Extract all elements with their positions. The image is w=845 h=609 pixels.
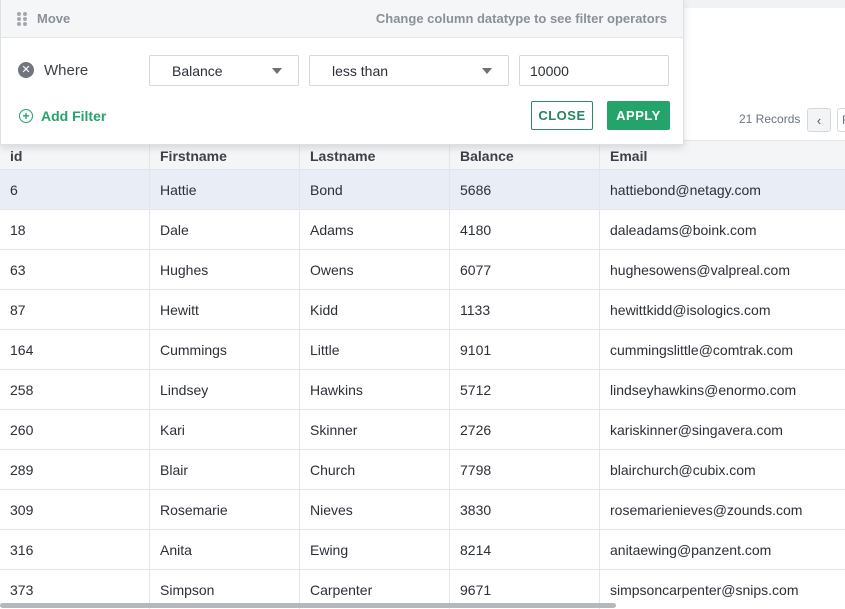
column-header-email[interactable]: Email — [600, 141, 845, 169]
table-row[interactable]: 63 Hughes Owens 6077 hughesowens@valpreal.co… — [0, 250, 845, 290]
cell-firstname[interactable]: Kari — [150, 410, 300, 449]
cell-email[interactable]: rosemarienieves@zounds.com — [600, 490, 845, 529]
move-label: Move — [37, 11, 71, 26]
apply-button[interactable]: APPLY — [607, 101, 670, 130]
cell-email[interactable]: simpsoncarpenter@snips.com — [600, 570, 845, 609]
cell-balance[interactable]: 7798 — [450, 450, 600, 489]
cell-balance[interactable]: 9101 — [450, 330, 600, 369]
cell-id[interactable]: 258 — [0, 370, 150, 409]
cell-firstname[interactable]: Cummings — [150, 330, 300, 369]
chevron-left-icon[interactable]: ‹ — [807, 108, 831, 132]
filter-popover: Move Change column datatype to see filte… — [0, 0, 684, 145]
table-row[interactable]: 18 Dale Adams 4180 daleadams@boink.com — [0, 210, 845, 250]
cell-email[interactable]: hattiebond@netagy.com — [600, 170, 845, 209]
cell-email[interactable]: kariskinner@singavera.com — [600, 410, 845, 449]
table-row[interactable]: 309 Rosemarie Nieves 3830 rosemarienieves@zo… — [0, 490, 845, 530]
records-bar: 21 Records ‹ F — [684, 100, 845, 138]
grid-body: 6 Hattie Bond 5686 hattiebond@netagy.com 18 Da… — [0, 170, 845, 609]
cell-firstname[interactable]: Hattie — [150, 170, 300, 209]
cell-balance[interactable]: 3830 — [450, 490, 600, 529]
cell-firstname[interactable]: Blair — [150, 450, 300, 489]
column-header-id[interactable]: id — [0, 141, 150, 169]
cell-email[interactable]: hughesowens@valpreal.com — [600, 250, 845, 289]
cell-id[interactable]: 18 — [0, 210, 150, 249]
cell-balance[interactable]: 8214 — [450, 530, 600, 569]
cell-firstname[interactable]: Hewitt — [150, 290, 300, 329]
cell-balance[interactable]: 5686 — [450, 170, 600, 209]
cell-id[interactable]: 63 — [0, 250, 150, 289]
column-header-balance[interactable]: Balance — [450, 141, 600, 169]
caret-down-icon — [272, 68, 282, 74]
column-header-firstname[interactable]: Firstname — [150, 141, 300, 169]
add-filter-label: Add Filter — [41, 108, 107, 124]
cell-id[interactable]: 87 — [0, 290, 150, 329]
cell-email[interactable]: lindseyhawkins@enormo.com — [600, 370, 845, 409]
table-row[interactable]: 87 Hewitt Kidd 1133 hewittkidd@isologics.com — [0, 290, 845, 330]
cell-id[interactable]: 6 — [0, 170, 150, 209]
datatype-hint: Change column datatype to see filter ope… — [375, 11, 667, 26]
cell-email[interactable]: cummingslittle@comtrak.com — [600, 330, 845, 369]
add-filter-button[interactable]: + Add Filter — [19, 108, 106, 124]
column-header-lastname[interactable]: Lastname — [300, 141, 450, 169]
operator-select-value: less than — [332, 63, 389, 79]
toolbar-area — [684, 8, 845, 100]
cell-lastname[interactable]: Adams — [300, 210, 450, 249]
data-grid: id Firstname Lastname Balance Email 6 Hat… — [0, 140, 845, 609]
cell-id[interactable]: 316 — [0, 530, 150, 569]
pager-next-button[interactable]: F — [837, 108, 845, 132]
cell-lastname[interactable]: Kidd — [300, 290, 450, 329]
table-row[interactable]: 289 Blair Church 7798 blairchurch@cubix.com — [0, 450, 845, 490]
table-row[interactable]: 260 Kari Skinner 2726 kariskinner@singavera.… — [0, 410, 845, 450]
records-count: 21 Records — [739, 112, 801, 126]
cell-balance[interactable]: 5712 — [450, 370, 600, 409]
cell-balance[interactable]: 6077 — [450, 250, 600, 289]
cell-id[interactable]: 260 — [0, 410, 150, 449]
cell-firstname[interactable]: Dale — [150, 210, 300, 249]
cell-id[interactable]: 309 — [0, 490, 150, 529]
cell-lastname[interactable]: Skinner — [300, 410, 450, 449]
cell-id[interactable]: 164 — [0, 330, 150, 369]
table-row[interactable]: 258 Lindsey Hawkins 5712 lindseyhawkins@enor… — [0, 370, 845, 410]
cell-balance[interactable]: 4180 — [450, 210, 600, 249]
cell-firstname[interactable]: Anita — [150, 530, 300, 569]
cell-firstname[interactable]: Lindsey — [150, 370, 300, 409]
cell-firstname[interactable]: Hughes — [150, 250, 300, 289]
cell-lastname[interactable]: Bond — [300, 170, 450, 209]
close-button[interactable]: CLOSE — [531, 101, 593, 130]
cell-email[interactable]: anitaewing@panzent.com — [600, 530, 845, 569]
table-row[interactable]: 164 Cummings Little 9101 cummingslittle@comt… — [0, 330, 845, 370]
filter-value-input[interactable] — [519, 55, 669, 86]
cell-lastname[interactable]: Little — [300, 330, 450, 369]
cell-firstname[interactable]: Rosemarie — [150, 490, 300, 529]
cell-lastname[interactable]: Owens — [300, 250, 450, 289]
cell-email[interactable]: hewittkidd@isologics.com — [600, 290, 845, 329]
cell-lastname[interactable]: Nieves — [300, 490, 450, 529]
cell-lastname[interactable]: Ewing — [300, 530, 450, 569]
table-row[interactable]: 316 Anita Ewing 8214 anitaewing@panzent.com — [0, 530, 845, 570]
cell-balance[interactable]: 2726 — [450, 410, 600, 449]
filter-popover-header: Move Change column datatype to see filte… — [1, 0, 683, 38]
plus-circle-icon: + — [19, 109, 33, 123]
column-select[interactable]: Balance — [149, 55, 299, 86]
remove-filter-icon[interactable]: ✕ — [18, 62, 34, 78]
drag-handle-icon[interactable] — [17, 12, 27, 26]
cell-id[interactable]: 289 — [0, 450, 150, 489]
operator-select[interactable]: less than — [309, 55, 509, 86]
cell-email[interactable]: blairchurch@cubix.com — [600, 450, 845, 489]
cell-lastname[interactable]: Hawkins — [300, 370, 450, 409]
cell-lastname[interactable]: Church — [300, 450, 450, 489]
table-row[interactable]: 6 Hattie Bond 5686 hattiebond@netagy.com — [0, 170, 845, 210]
cell-email[interactable]: daleadams@boink.com — [600, 210, 845, 249]
horizontal-scrollbar[interactable] — [0, 603, 616, 608]
cell-balance[interactable]: 1133 — [450, 290, 600, 329]
where-label: Where — [44, 62, 89, 79]
caret-down-icon — [482, 68, 492, 74]
column-select-value: Balance — [172, 63, 223, 79]
